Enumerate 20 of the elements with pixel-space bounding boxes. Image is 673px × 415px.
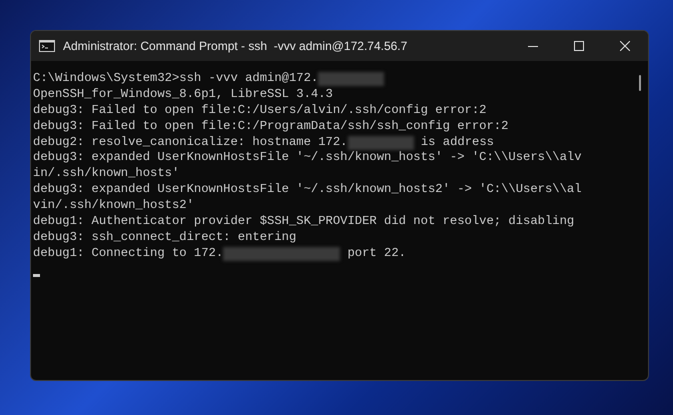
console-icon bbox=[39, 40, 55, 52]
maximize-icon bbox=[574, 41, 584, 51]
console-line: debug3: expanded UserKnownHostsFile '~/.ssh/known_hosts2' -> 'C:\\Users\\al bbox=[33, 182, 583, 198]
console-line: debug3: expanded UserKnownHostsFile '~/.ssh/known_hosts' -> 'C:\\Users\\alv bbox=[33, 150, 583, 166]
console-line: debug3: Failed to open file:C:/Users/alvin/.ssh/config error:2 bbox=[33, 102, 488, 119]
console-line: debug1: Authenticator provider $SSH_SK_PROVIDER did not resolve; disabling bbox=[33, 214, 576, 230]
blurred-text bbox=[348, 136, 414, 150]
console-line: debug3: ssh_connect_direct: entering bbox=[33, 230, 298, 246]
blurred-text bbox=[318, 72, 384, 86]
console-line: debug1: Connecting to 172. port 22. bbox=[33, 246, 407, 262]
console-line: debug3: Failed to open file:C:/ProgramData/ssh/ssh_config error:2 bbox=[33, 118, 510, 135]
scrollbar-thumb bbox=[639, 75, 641, 91]
window-title: Administrator: Command Prompt - ssh -vvv admin@172.74.56.7 bbox=[63, 38, 408, 55]
close-icon bbox=[620, 41, 630, 51]
console-line: OpenSSH_for_Windows_8.6p1, LibreSSL 3.4.3 bbox=[33, 86, 334, 103]
console-line: debug2: resolve_canonicalize: hostname 172. is address bbox=[33, 134, 495, 150]
console-line: vin/.ssh/known_hosts2' bbox=[33, 198, 195, 214]
console-line: in/.ssh/known_hosts' bbox=[33, 166, 180, 182]
console-line: C:\Windows\System32>ssh -vvv admin@172. bbox=[33, 71, 633, 87]
text-cursor bbox=[33, 274, 40, 277]
